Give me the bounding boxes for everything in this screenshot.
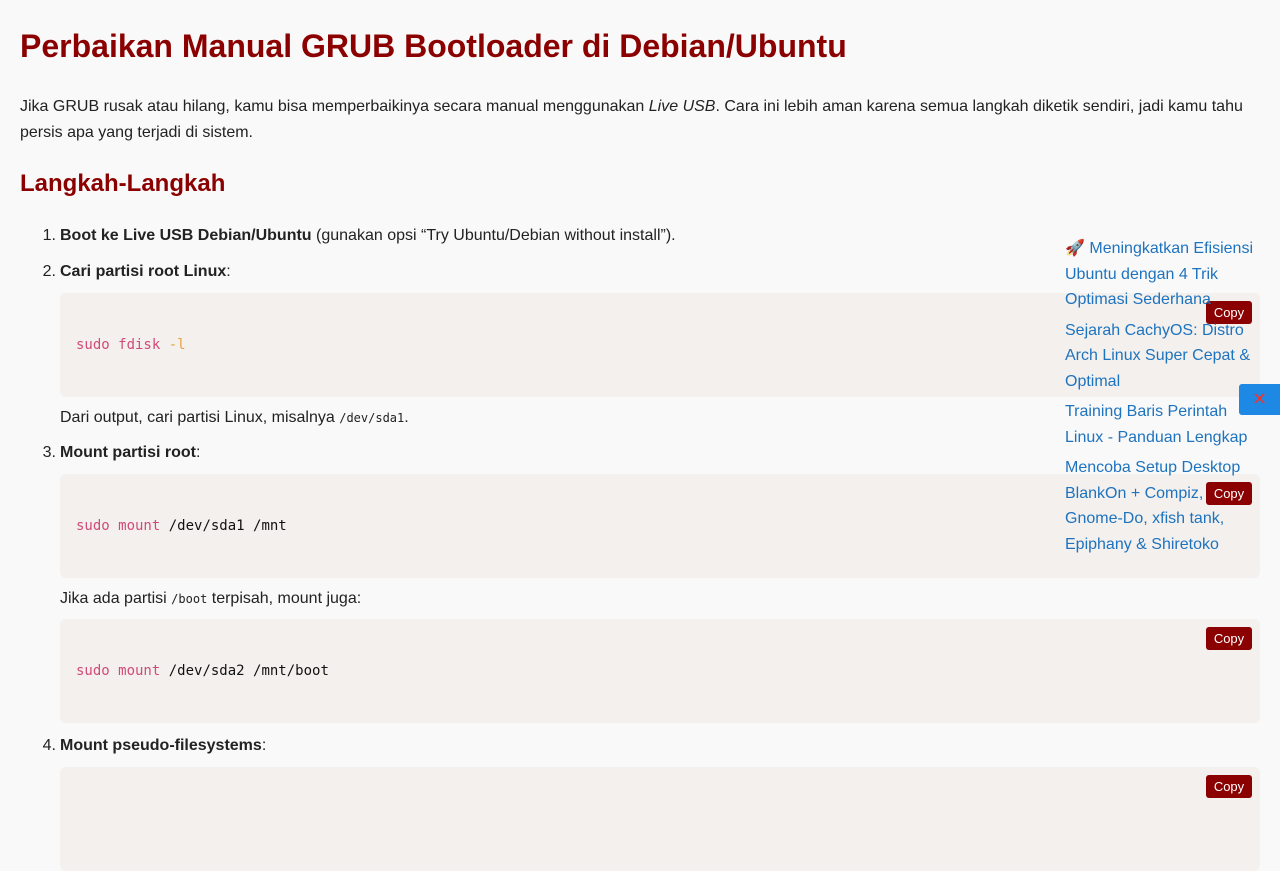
step-1: 1. Boot ke Live USB Debian/Ubuntu (gunaka… (42, 227, 676, 244)
close-panel-button[interactable]: ✕ (1239, 384, 1280, 415)
related-link[interactable]: Training Baris Perintah Linux - Panduan … (1065, 399, 1260, 450)
intro-paragraph: Jika GRUB rusak atau hilang, kamu bisa m… (20, 98, 1243, 141)
code-block-mount-boot: sudo mount /dev/sda2 /mnt/boot Copy (60, 619, 1260, 723)
copy-button[interactable]: Copy (1206, 627, 1252, 650)
inline-code: /boot (171, 592, 208, 606)
related-posts-panel: 🚀 Meningkatkan Efisiensi Ubuntu dengan 4… (1065, 236, 1260, 562)
code-block-pseudo-fs: Copy (60, 767, 1260, 871)
copy-button[interactable]: Copy (1206, 775, 1252, 798)
code-text[interactable]: sudo fdisk -l (76, 335, 186, 355)
step-3: 3. Mount partisi root: (42, 444, 201, 461)
inline-code: /dev/sda1 (339, 411, 405, 425)
code-text[interactable]: sudo mount /dev/sda2 /mnt/boot (76, 661, 329, 681)
close-icon: ✕ (1251, 389, 1268, 409)
related-link[interactable]: 🚀 Meningkatkan Efisiensi Ubuntu dengan 4… (1065, 236, 1260, 313)
code-text[interactable]: sudo mount /dev/sda1 /mnt (76, 516, 287, 536)
step-4: 4. Mount pseudo-filesystems: (42, 737, 267, 754)
intro-emphasis: Live USB (648, 98, 716, 115)
page-title: Perbaikan Manual GRUB Bootloader di Debi… (20, 28, 847, 64)
step-2-note: Dari output, cari partisi Linux, misalny… (60, 409, 409, 426)
related-link[interactable]: Mencoba Setup Desktop BlankOn + Compiz, … (1065, 455, 1260, 557)
section-title: Langkah-Langkah (20, 170, 226, 197)
step-3-note: Jika ada partisi /boot terpisah, mount j… (60, 590, 362, 607)
step-2: 2. Cari partisi root Linux: (42, 263, 231, 280)
related-link[interactable]: Sejarah CachyOS: Distro Arch Linux Super… (1065, 318, 1260, 395)
